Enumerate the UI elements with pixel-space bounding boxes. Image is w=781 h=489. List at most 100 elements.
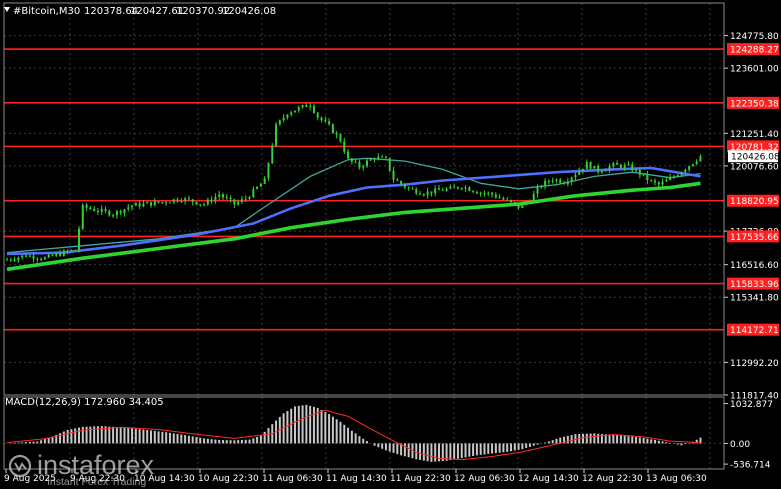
time-tick-label: 12 Aug 06:30 bbox=[454, 474, 515, 484]
candle-body bbox=[267, 163, 270, 179]
candle-body bbox=[403, 184, 406, 188]
candle-body bbox=[373, 158, 376, 160]
candle-body bbox=[566, 181, 569, 184]
candle-body bbox=[449, 186, 452, 189]
candle-body bbox=[483, 192, 486, 194]
candle-body bbox=[638, 169, 641, 175]
candle-body bbox=[650, 180, 653, 182]
candle-body bbox=[661, 181, 664, 185]
level-label: 114172.71 bbox=[730, 326, 779, 336]
candle-body bbox=[604, 170, 607, 172]
candle-body bbox=[623, 165, 626, 168]
candle-body bbox=[13, 260, 16, 262]
candle-body bbox=[165, 202, 168, 204]
candle-body bbox=[85, 204, 88, 208]
candle-body bbox=[547, 180, 550, 182]
candle-body bbox=[555, 179, 558, 181]
candle-body bbox=[392, 170, 395, 180]
chart-canvas: 124775.80123601.00121251.40120076.601177… bbox=[0, 0, 781, 489]
candle-body bbox=[339, 134, 342, 142]
ohlc-close: 120426.08 bbox=[222, 6, 276, 17]
candle-body bbox=[119, 210, 122, 213]
candle-body bbox=[134, 203, 137, 206]
price-tick-label: 123601.00 bbox=[730, 65, 779, 75]
candle-body bbox=[384, 156, 387, 158]
candle-body bbox=[244, 198, 247, 200]
candle-body bbox=[271, 145, 274, 164]
candle-body bbox=[513, 202, 516, 204]
candle-body bbox=[354, 161, 357, 163]
candle-body bbox=[112, 215, 115, 217]
candle-body bbox=[157, 201, 160, 203]
candle-body bbox=[491, 192, 494, 195]
time-tick-label: 11 Aug 22:30 bbox=[390, 474, 451, 484]
candle-body bbox=[21, 255, 24, 258]
candle-body bbox=[600, 171, 603, 173]
candle-body bbox=[684, 169, 687, 173]
candle-body bbox=[676, 175, 679, 177]
candle-body bbox=[646, 174, 649, 181]
candle-body bbox=[229, 197, 232, 200]
candle-body bbox=[43, 257, 46, 260]
candle-body bbox=[248, 197, 251, 199]
candle-body bbox=[275, 124, 278, 146]
candle-body bbox=[487, 192, 490, 194]
price-tick-label: 124775.80 bbox=[730, 32, 779, 42]
macd-title: MACD(12,26,9) 172.960 34.405 bbox=[5, 397, 164, 408]
candle-body bbox=[475, 192, 478, 194]
current-price-box: 120426.08 bbox=[728, 150, 780, 163]
candle-body bbox=[669, 177, 672, 181]
candle-body bbox=[331, 124, 334, 134]
candle-body bbox=[654, 180, 656, 183]
candle-body bbox=[612, 163, 615, 167]
candle-body bbox=[343, 141, 346, 152]
candle-body bbox=[593, 166, 596, 169]
candle-body bbox=[252, 188, 255, 198]
candle-body bbox=[369, 158, 372, 161]
candle-body bbox=[312, 106, 315, 113]
candle-body bbox=[688, 166, 691, 170]
candle-body bbox=[619, 164, 622, 168]
candle-body bbox=[146, 202, 149, 204]
candle-body bbox=[290, 112, 293, 115]
candle-body bbox=[233, 199, 236, 205]
candle-body bbox=[377, 156, 380, 159]
candle-body bbox=[438, 188, 440, 190]
time-tick-label: 12 Aug 14:30 bbox=[518, 474, 579, 484]
price-tick-label: 116516.60 bbox=[730, 261, 779, 271]
candle-body bbox=[521, 203, 524, 208]
candle-body bbox=[89, 207, 92, 209]
candle-body bbox=[350, 158, 353, 162]
level-label: 122350.38 bbox=[730, 99, 779, 109]
candle-body bbox=[142, 203, 145, 207]
candle-body bbox=[256, 186, 259, 189]
candle-body bbox=[320, 117, 323, 120]
candle-body bbox=[422, 194, 425, 196]
candle-body bbox=[525, 202, 528, 204]
candle-body bbox=[589, 162, 592, 169]
candle-body bbox=[305, 105, 308, 108]
candle-body bbox=[282, 117, 285, 121]
candle-body bbox=[506, 199, 509, 201]
candle-body bbox=[78, 228, 80, 251]
candle-body bbox=[695, 161, 698, 165]
candle-body bbox=[28, 255, 31, 257]
candle-body bbox=[161, 202, 164, 204]
candle-body bbox=[426, 191, 429, 196]
macd-tick-label: 1032.877 bbox=[730, 400, 773, 410]
candle-body bbox=[180, 201, 183, 203]
watermark-tagline: Instant Forex Trading bbox=[47, 476, 146, 488]
candle-body bbox=[578, 170, 581, 175]
candle-body bbox=[218, 194, 221, 197]
candle-body bbox=[574, 174, 577, 178]
candle-body bbox=[456, 187, 459, 189]
candle-body bbox=[24, 255, 27, 257]
candle-body bbox=[32, 255, 35, 259]
candle-body bbox=[127, 207, 130, 210]
time-tick-label: 11 Aug 06:30 bbox=[262, 474, 323, 484]
candle-body bbox=[81, 204, 84, 229]
candle-body bbox=[453, 186, 456, 188]
candle-body bbox=[6, 259, 8, 261]
candle-body bbox=[608, 166, 611, 171]
candle-body bbox=[502, 198, 505, 200]
